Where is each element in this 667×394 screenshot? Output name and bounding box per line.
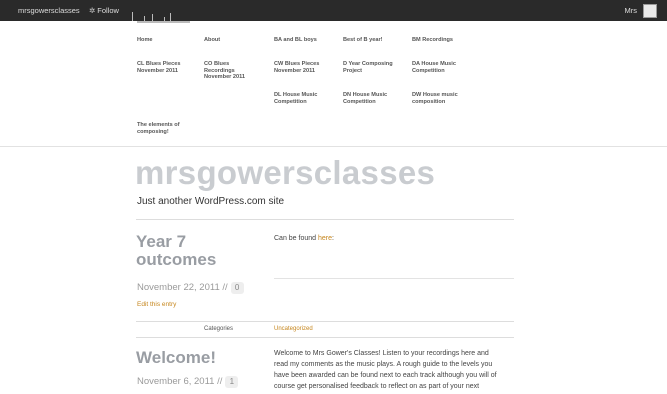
- menu-item-about[interactable]: About: [204, 37, 274, 44]
- audio-level-icon: [130, 12, 186, 21]
- menu-item-dn-house-music[interactable]: DN House Music Competition: [343, 92, 401, 105]
- here-link[interactable]: here: [318, 235, 332, 242]
- avatar[interactable]: [643, 4, 657, 18]
- menu-item-ba-bl-boys[interactable]: BA and BL boys: [274, 37, 344, 44]
- meta-divider-bottom: [136, 337, 514, 338]
- menu-item-best-of-b-year[interactable]: Best of B year!: [343, 37, 413, 44]
- admin-bar: mrsgowersclasses ✲ Follow Mrs: [0, 0, 667, 21]
- site-tagline: Just another WordPress.com site: [137, 196, 285, 207]
- follow-label: Follow: [97, 6, 119, 15]
- post-date-text[interactable]: November 22, 2011 //: [137, 282, 228, 293]
- comment-count-badge[interactable]: 1: [225, 376, 239, 388]
- post-title[interactable]: Welcome!: [136, 349, 256, 367]
- menu-item-d-year-composing[interactable]: D Year Composing Project: [343, 61, 405, 74]
- categories-label: Categories: [204, 326, 234, 332]
- post-body-suffix: :: [332, 235, 334, 242]
- menu-item-dw-house-music[interactable]: DW House music composition: [412, 92, 470, 105]
- comment-count-badge[interactable]: 0: [230, 282, 244, 294]
- post-body-line: Welcome to Mrs Gower's Classes! Listen t…: [274, 350, 489, 357]
- site-title[interactable]: mrsgowersclasses: [135, 154, 435, 192]
- admin-bar-site-link[interactable]: mrsgowersclasses: [18, 6, 80, 15]
- post-body-line: course get personalised feedback to refl…: [274, 383, 480, 390]
- post-date: November 22, 2011 //0: [137, 282, 244, 294]
- menu-item-home[interactable]: Home: [137, 37, 207, 44]
- post-date: November 6, 2011 //1: [137, 376, 239, 388]
- post-body-text: Can be found: [274, 235, 318, 242]
- menu-item-da-house-music[interactable]: DA House Music Competition: [412, 61, 467, 74]
- follow-button[interactable]: ✲ Follow: [89, 6, 119, 15]
- post-content: Welcome to Mrs Gower's Classes! Listen t…: [274, 348, 544, 392]
- meta-divider-top: [136, 321, 514, 322]
- menu-item-cl-blues[interactable]: CL Blues Pieces November 2011: [137, 61, 192, 74]
- post-title[interactable]: Year 7 outcomes: [136, 233, 256, 269]
- header-divider: [0, 146, 667, 147]
- post-content: Can be found here:: [274, 233, 544, 244]
- edit-entry-link[interactable]: Edit this entry: [137, 301, 176, 308]
- post-body-line: have been awarded can be found next to e…: [274, 372, 497, 379]
- post-divider: [274, 278, 514, 279]
- post-body-line: read my comments as the music plays. A r…: [274, 361, 493, 368]
- menu-item-cw-blues[interactable]: CW Blues Pieces November 2011: [274, 61, 332, 74]
- title-divider: [136, 219, 514, 220]
- category-link[interactable]: Uncategorized: [274, 326, 313, 332]
- menu-item-dl-house-music[interactable]: DL House Music Competition: [274, 92, 332, 105]
- admin-bar-user-link[interactable]: Mrs: [625, 6, 638, 15]
- menu-divider: [137, 21, 190, 23]
- follow-star-icon: ✲: [89, 6, 96, 15]
- menu-item-bm-recordings[interactable]: BM Recordings: [412, 37, 482, 44]
- menu-item-co-blues[interactable]: CO Blues Recordings November 2011: [204, 61, 254, 81]
- post-date-text[interactable]: November 6, 2011 //: [137, 376, 222, 387]
- menu-item-elements-of-composing[interactable]: The elements of composing!: [137, 122, 197, 135]
